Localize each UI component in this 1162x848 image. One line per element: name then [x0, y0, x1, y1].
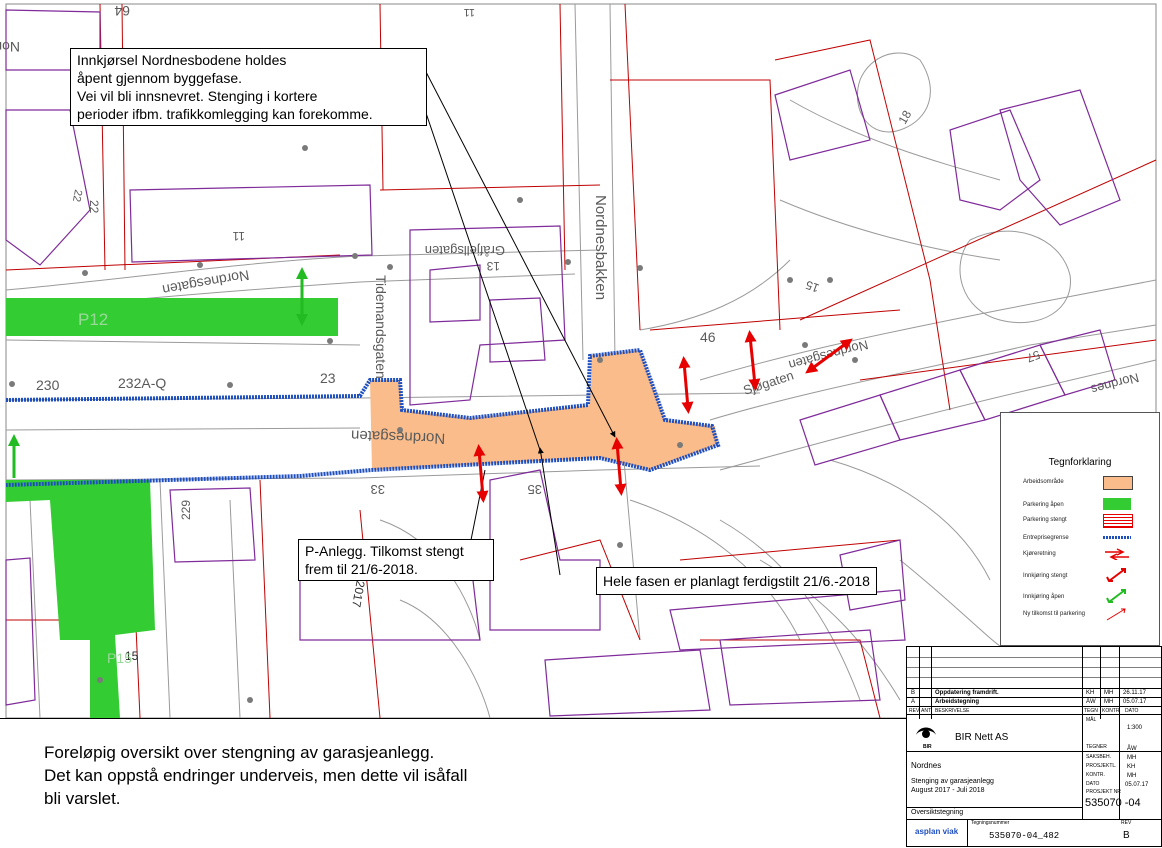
street-label-grafjellsgaten: Gråfjellsgaten: [425, 243, 505, 258]
rev-a-code: A: [911, 699, 916, 705]
rev-header-kontr: KONTR: [1102, 708, 1120, 714]
callout-entrance-line-3: Vei vil bli innsnevret. Stenging i korte…: [77, 88, 318, 104]
bir-logo-text: BIR: [923, 744, 932, 750]
legend-label-entry-closed: Innkjøring stengt: [1023, 573, 1068, 579]
legend-label-entry-open: Innkjøring åpen: [1023, 594, 1065, 600]
legend-label-parking-open: Parkering åpen: [1023, 502, 1064, 508]
address-64: 64: [114, 3, 130, 19]
rev-a-text: Arbeidstegning: [935, 699, 980, 705]
rev-field-label: REV: [1121, 820, 1132, 826]
company-name: BIR Nett AS: [955, 732, 1009, 743]
callout-parking-line-2: frem til 21/6-2018.: [305, 561, 418, 577]
role-value-dato: 05.07.17: [1125, 782, 1149, 788]
map-legend: Tegnforklaring Arbeidsområde Parkering å…: [1000, 412, 1160, 646]
bottom-note-line-2: Det kan oppstå endringer underveis, men …: [44, 766, 468, 785]
address-33: 33: [371, 482, 385, 497]
role-value-saksbeh: MH: [1127, 755, 1137, 761]
legend-label-work-area: Arbeidsområde: [1023, 479, 1064, 485]
rev-field-value: B: [1123, 830, 1130, 841]
rev-header-ant: ANT: [921, 708, 931, 714]
bottom-note-line-1: Foreløpig oversikt over stengning av gar…: [44, 743, 435, 762]
rev-a-chk: MH: [1104, 699, 1114, 705]
rev-b-chk: MH: [1104, 690, 1114, 696]
address-13: 13: [486, 259, 500, 273]
address-22-east: 22: [70, 189, 84, 203]
role-value-kontr: MH: [1127, 773, 1137, 779]
street-label-tidemandsgaten: Tidemandsgaten: [373, 275, 389, 379]
legend-symbol-work-area: [1103, 476, 1133, 490]
legend-label-new-access: Ny tilkomst til parkering: [1023, 611, 1086, 617]
address-11: 11: [232, 229, 245, 243]
rev-header-rev: REV: [909, 708, 920, 714]
role-label-kontr: KONTR.: [1086, 772, 1105, 778]
rev-header-tegn: TEGN: [1084, 708, 1098, 714]
rev-b-date: 26.11.17: [1123, 690, 1146, 696]
legend-label-driving-direction: Kjøreretning: [1023, 551, 1056, 557]
role-value-prosjektl: KH: [1127, 764, 1136, 770]
drawing-no: 535070-04_482: [989, 831, 1060, 841]
scale-label: MÅL: [1086, 717, 1097, 723]
scale-value: 1:300: [1127, 725, 1143, 731]
street-label-nordnesbakken: Nordnesbakken: [592, 195, 609, 300]
callout-parking-line-1: P-Anlegg. Tilkomst stengt: [305, 543, 464, 559]
legend-symbol-boundary: [1103, 536, 1131, 539]
street-label-nordnesbodene: Nordnesbodene: [0, 39, 20, 55]
drawing-type: Oversiktstegning: [911, 809, 964, 816]
callout-entrance-line-2: åpent gjennom byggefase.: [77, 70, 243, 86]
street-label-nordnesgaten-main: Nordnesgaten: [351, 426, 446, 446]
role-label-tegner: TEGNER: [1086, 744, 1107, 750]
rev-b-by: KH: [1086, 690, 1095, 696]
rev-header-desc: BESKRIVELSE: [935, 708, 970, 714]
address-23: 23: [320, 370, 336, 386]
project-title: Stenging av garasjeanlegg: [911, 778, 994, 785]
role-label-saksbeh: SAKSBEH.: [1086, 754, 1112, 760]
legend-symbol-parking-open: [1103, 498, 1131, 510]
legend-label-parking-closed: Parkering stengt: [1023, 517, 1067, 523]
rev-a-by: ÅW: [1086, 699, 1096, 705]
legend-title: Tegnforklaring: [1048, 457, 1112, 468]
callout-phase-text: Hele fasen er planlagt ferdigstilt 21/6.…: [603, 573, 870, 589]
consultant-logo-text: asplan viak: [915, 827, 959, 836]
title-block: B Oppdatering framdrift. KH MH 26.11.17 …: [906, 646, 1162, 847]
project-no: 535070 -04: [1085, 797, 1141, 809]
address-11-north: 11: [464, 6, 475, 18]
legend-symbol-entry-open-icon: [1103, 588, 1131, 604]
address-22: 22: [87, 200, 101, 214]
area-label-p12: P12: [78, 310, 108, 329]
rev-b-code: B: [911, 690, 916, 696]
callout-entrance-line-4: perioder ifbm. trafikkomlegging kan fore…: [77, 106, 373, 122]
bottom-note-line-3: bli varslet.: [44, 789, 121, 808]
role-value-tegner: ÅW: [1127, 746, 1137, 752]
legend-symbol-driving-direction-icon: [1103, 547, 1131, 561]
callout-parking-note: P-Anlegg. Tilkomst stengt frem til 21/6-…: [298, 539, 494, 581]
role-label-prosjektl: PROSJEKTL.: [1086, 763, 1117, 769]
callout-entrance-note: Innkjørsel Nordnesbodene holdes åpent gj…: [70, 48, 427, 126]
area-label-p15: P15: [107, 650, 132, 666]
address-232a-q: 232A-Q: [118, 375, 166, 391]
address-230: 230: [36, 377, 60, 393]
drawing-no-label: Tegningsnummer: [971, 820, 1010, 826]
rev-a-date: 05.07.17: [1123, 699, 1147, 705]
rev-b-text: Oppdatering framdrift.: [935, 690, 999, 696]
rev-header-dato: DATO: [1125, 708, 1139, 714]
legend-symbol-parking-closed: [1103, 514, 1133, 528]
legend-symbol-new-access-icon: [1103, 606, 1131, 622]
callout-entrance-line-1: Innkjørsel Nordnesbodene holdes: [77, 52, 287, 68]
bottom-note-panel: Foreløpig oversikt over stengning av gar…: [0, 718, 906, 848]
callout-phase-note: Hele fasen er planlagt ferdigstilt 21/6.…: [596, 567, 877, 595]
address-46: 46: [700, 329, 716, 345]
address-229: 229: [179, 500, 193, 520]
project-period: August 2017 - Juli 2018: [911, 787, 985, 794]
address-35: 35: [528, 482, 542, 497]
location-name: Nordnes: [911, 761, 942, 770]
role-label-dato: DATO: [1086, 781, 1100, 787]
legend-symbol-entry-closed-icon: [1103, 567, 1131, 583]
legend-label-boundary: Entreprisegrense: [1023, 535, 1069, 541]
project-no-label: PROSJEKT NR: [1086, 789, 1121, 795]
